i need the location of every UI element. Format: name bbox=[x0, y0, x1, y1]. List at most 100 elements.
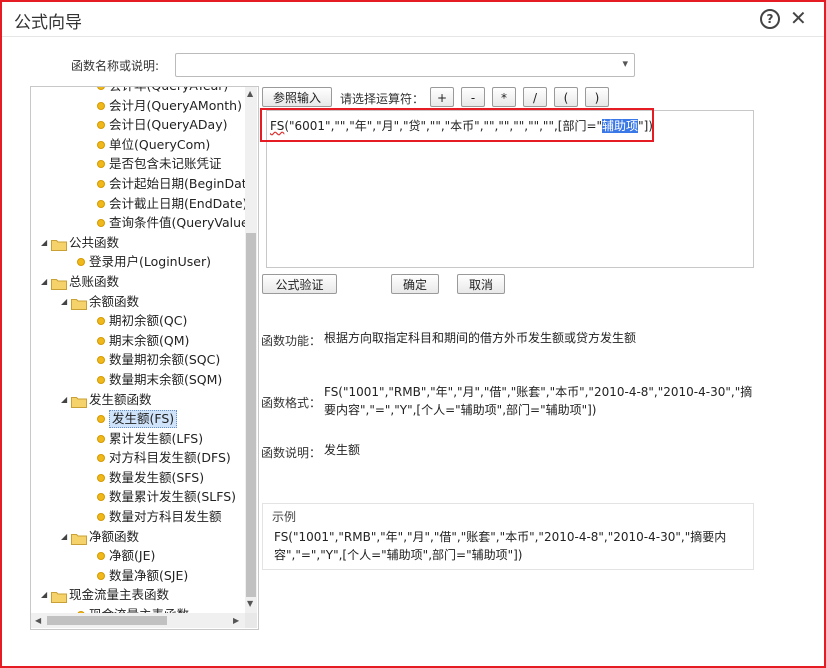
operator-minus-button[interactable]: - bbox=[461, 87, 485, 107]
tree-item-label: 是否包含未记账凭证 bbox=[109, 156, 222, 172]
expand-toggle-icon[interactable]: ◢ bbox=[41, 272, 47, 292]
tree-item-label: 期初余额(QC) bbox=[109, 313, 188, 329]
tree-function-item[interactable]: 期末余额(QM) bbox=[31, 331, 245, 351]
tree-item-label: 期末余额(QM) bbox=[109, 332, 190, 348]
expand-toggle-icon[interactable]: ◢ bbox=[61, 527, 67, 547]
function-dot-icon bbox=[97, 473, 105, 482]
tree-function-item[interactable]: 会计截止日期(EndDate) bbox=[31, 194, 245, 214]
annotation-highlight-box bbox=[260, 108, 654, 142]
function-dot-icon bbox=[97, 552, 105, 561]
operator-label: 请选择运算符： bbox=[340, 92, 425, 106]
tree-item-label: 净额(JE) bbox=[109, 548, 156, 564]
function-name-select[interactable]: ▾ bbox=[175, 53, 635, 77]
operator-close-paren-button[interactable]: ) bbox=[585, 87, 609, 107]
scroll-down-icon[interactable]: ▼ bbox=[247, 599, 253, 608]
tree-function-item[interactable]: 数量累计发生额(SLFS) bbox=[31, 487, 245, 507]
tree-folder-item[interactable]: ◢ 净额函数 bbox=[31, 527, 245, 547]
tree-item-label: 会计日(QueryADay) bbox=[109, 117, 228, 133]
function-dot-icon bbox=[97, 336, 105, 345]
tree-folder-item[interactable]: ◢ 余额函数 bbox=[31, 292, 245, 312]
reference-input-button[interactable]: 参照输入 bbox=[262, 87, 332, 107]
tree-function-item[interactable]: 累计发生额(LFS) bbox=[31, 429, 245, 449]
tree-function-item[interactable]: 查询条件值(QueryValue) bbox=[31, 213, 245, 233]
tree-function-item[interactable]: 数量对方科目发生额 bbox=[31, 507, 245, 527]
function-description-label: 函数说明： bbox=[261, 446, 322, 460]
operator-open-paren-button[interactable]: ( bbox=[554, 87, 578, 107]
help-icon[interactable]: ? bbox=[760, 9, 780, 29]
scroll-left-icon[interactable]: ◀ bbox=[35, 616, 41, 625]
tree-function-item[interactable]: 数量发生额(SFS) bbox=[31, 468, 245, 488]
scroll-up-icon[interactable]: ▲ bbox=[247, 89, 253, 98]
function-name-label: 函数名称或说明: bbox=[71, 59, 160, 73]
function-dot-icon bbox=[97, 434, 105, 443]
tree-item-label: 单位(QueryCom) bbox=[109, 136, 211, 152]
tree-function-item[interactable]: 发生额(FS) bbox=[31, 409, 245, 429]
tree-function-item[interactable]: 是否包含未记账凭证 bbox=[31, 154, 245, 174]
tree-item-label: 会计月(QueryAMonth) bbox=[109, 97, 242, 113]
tree-item-label: 数量期初余额(SQC) bbox=[109, 352, 221, 368]
tree-item-label: 发生额函数 bbox=[89, 391, 152, 407]
function-dot-icon bbox=[97, 571, 105, 580]
function-purpose-label: 函数功能： bbox=[261, 334, 322, 348]
expand-toggle-icon[interactable]: ◢ bbox=[41, 585, 47, 605]
tree-folder-item[interactable]: ◢ 发生额函数 bbox=[31, 390, 245, 410]
function-format-label: 函数格式： bbox=[261, 396, 322, 410]
operator-multiply-button[interactable]: * bbox=[492, 87, 516, 107]
function-dot-icon bbox=[97, 160, 105, 169]
scrollbar-thumb[interactable] bbox=[47, 616, 167, 625]
tree-item-label: 数量发生额(SFS) bbox=[109, 469, 205, 485]
example-title: 示例 bbox=[272, 508, 297, 525]
expand-toggle-icon[interactable]: ◢ bbox=[61, 292, 67, 312]
folder-icon bbox=[71, 296, 87, 310]
function-dot-icon bbox=[97, 493, 105, 502]
function-dot-icon bbox=[77, 258, 85, 267]
tree-function-item[interactable]: 数量期初余额(SQC) bbox=[31, 350, 245, 370]
ok-button[interactable]: 确定 bbox=[391, 274, 439, 294]
tree-item-label: 对方科目发生额(DFS) bbox=[109, 450, 231, 466]
function-tree[interactable]: 会计年(QueryAYear)会计月(QueryAMonth) 会计日(Query… bbox=[30, 86, 259, 630]
tree-function-item[interactable]: 会计起始日期(BeginDate) bbox=[31, 174, 245, 194]
function-dot-icon bbox=[97, 219, 105, 228]
tree-folder-item[interactable]: ◢ 公共函数 bbox=[31, 233, 245, 253]
tree-function-item[interactable]: 单位(QueryCom) bbox=[31, 135, 245, 155]
tree-function-item[interactable]: 登录用户(LoginUser) bbox=[31, 252, 245, 272]
tree-item-label: 数量对方科目发生额 bbox=[109, 509, 222, 525]
expand-toggle-icon[interactable]: ◢ bbox=[41, 233, 47, 253]
tree-function-item[interactable]: 净额(JE) bbox=[31, 546, 245, 566]
tree-folder-item[interactable]: ◢ 总账函数 bbox=[31, 272, 245, 292]
operator-plus-button[interactable]: + bbox=[430, 87, 454, 107]
operator-divide-button[interactable]: / bbox=[523, 87, 547, 107]
tree-function-item[interactable]: 对方科目发生额(DFS) bbox=[31, 448, 245, 468]
cancel-button[interactable]: 取消 bbox=[457, 274, 505, 294]
tree-function-item[interactable]: 会计年(QueryAYear) bbox=[31, 87, 245, 96]
function-dot-icon bbox=[97, 356, 105, 365]
tree-vertical-scrollbar[interactable]: ▲ ▼ bbox=[245, 87, 257, 613]
tree-item-label: 发生额(FS) bbox=[109, 410, 178, 429]
tree-function-item[interactable]: 会计日(QueryADay) bbox=[31, 115, 245, 135]
tree-item-label: 登录用户(LoginUser) bbox=[89, 254, 211, 270]
tree-item-label: 公共函数 bbox=[69, 234, 120, 250]
expand-toggle-icon[interactable]: ◢ bbox=[61, 390, 67, 410]
folder-icon bbox=[71, 531, 87, 545]
function-dot-icon bbox=[97, 317, 105, 326]
tree-item-label: 总账函数 bbox=[69, 273, 120, 289]
tree-item-label: 会计截止日期(EndDate) bbox=[109, 195, 245, 211]
tree-function-item[interactable]: 会计月(QueryAMonth) bbox=[31, 96, 245, 116]
function-dot-icon bbox=[97, 513, 105, 522]
function-dot-icon bbox=[97, 179, 105, 188]
window-title: 公式向导 bbox=[14, 13, 82, 33]
validate-formula-button[interactable]: 公式验证 bbox=[262, 274, 337, 294]
close-icon[interactable]: ✕ bbox=[790, 6, 807, 30]
tree-function-item[interactable]: 数量期末余额(SQM) bbox=[31, 370, 245, 390]
function-dot-icon bbox=[97, 375, 105, 384]
tree-function-item[interactable]: 数量净额(SJE) bbox=[31, 566, 245, 586]
tree-function-item[interactable]: 期初余额(QC) bbox=[31, 311, 245, 331]
tree-horizontal-scrollbar[interactable]: ◀ ▶ bbox=[31, 613, 245, 628]
scrollbar-thumb[interactable] bbox=[246, 233, 256, 597]
function-dot-icon bbox=[97, 87, 105, 90]
function-dot-icon bbox=[97, 121, 105, 130]
scroll-right-icon[interactable]: ▶ bbox=[233, 616, 239, 625]
dialog-content: 函数名称或说明: ▾ 会计年(QueryAYear)会计月(QueryAMont… bbox=[18, 40, 808, 640]
tree-folder-item[interactable]: ◢ 现金流量主表函数 bbox=[31, 585, 245, 605]
folder-icon bbox=[51, 589, 67, 604]
